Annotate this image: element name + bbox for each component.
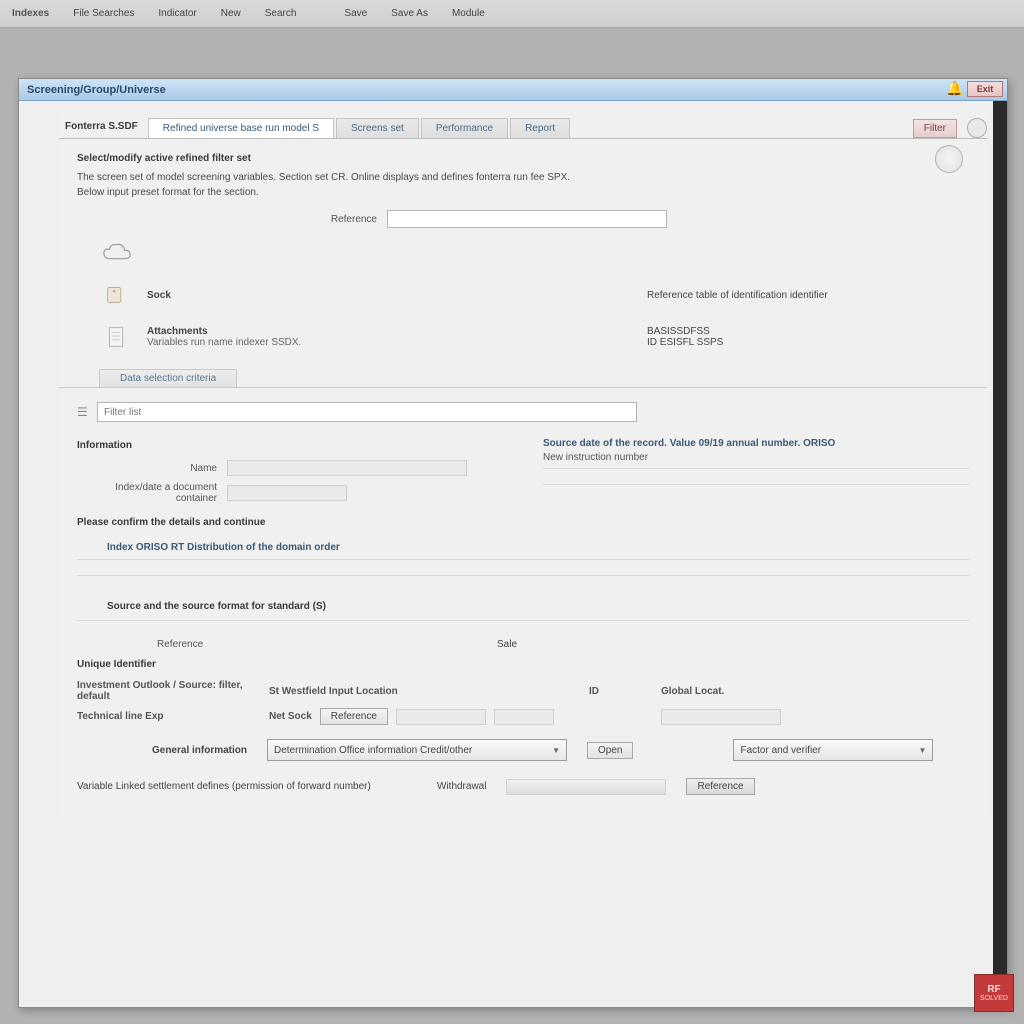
iconrow-sock[interactable]: Sock Reference table of identification i…: [59, 274, 987, 316]
window-title: Screening/Group/Universe: [27, 84, 166, 96]
menubar-save[interactable]: Save: [338, 6, 373, 21]
note-instruction: New instruction number: [543, 452, 648, 463]
section-confirm: Please confirm the details and continue: [77, 507, 969, 534]
ribbon-tab-universe[interactable]: Refined universe base run model S: [148, 118, 334, 138]
stamp-badge: RF SOLVED: [974, 974, 1014, 1012]
general-info-value: Determination Office information Credit/…: [274, 745, 472, 756]
inner-tabstrip: Data selection criteria: [59, 366, 987, 388]
cloud-outline-icon: [99, 238, 135, 268]
general-info-select[interactable]: Determination Office information Credit/…: [267, 739, 567, 761]
section-index-oriso: Index ORISO RT Distribution of the domai…: [77, 534, 969, 557]
ribbon-tab-report[interactable]: Report: [510, 118, 570, 138]
divider: [77, 620, 969, 634]
section-information: Information: [77, 434, 503, 457]
chevron-down-icon: ▼: [552, 746, 560, 755]
main-panel: Fonterra S.SDF Refined universe base run…: [59, 111, 987, 818]
ribbon-tab-performance[interactable]: Performance: [421, 118, 508, 138]
iconrow-attach-sub: Variables run name indexer SSDX.: [147, 337, 301, 348]
index-label: Index/date a document container: [77, 482, 217, 504]
divider: [543, 468, 969, 482]
section-source-format: Source and the source format for standar…: [77, 591, 969, 618]
g-technical-label: Technical line Exp: [77, 711, 257, 722]
stamp-bottom: SOLVED: [980, 995, 1008, 1002]
chevron-down-icon: ▼: [919, 746, 927, 755]
window-close-button[interactable]: Exit: [967, 81, 1003, 97]
reference-label: Reference: [77, 214, 387, 225]
iconrow-sock-label: Sock: [147, 290, 171, 301]
g-id-label: ID: [589, 686, 649, 697]
iconrow-sock-right: Reference table of identification identi…: [647, 290, 947, 301]
footer-reference-button[interactable]: Reference: [686, 778, 754, 795]
menubar-file[interactable]: File Searches: [67, 6, 140, 21]
g-netsock-label: Net Sock: [269, 711, 312, 722]
menubar-search[interactable]: Search: [259, 6, 303, 21]
footer-variable-label: Variable Linked settlement defines (perm…: [77, 781, 417, 792]
g-global-label: Global Locat.: [661, 686, 969, 697]
desc-heading: Select/modify active refined filter set: [77, 151, 969, 166]
menubar-module[interactable]: Module: [446, 6, 491, 21]
menubar-label: Indexes: [6, 6, 55, 21]
factor-value: Factor and verifier: [740, 745, 821, 756]
form-area: Information Name Index/date a document c…: [59, 430, 987, 818]
netsock-field2[interactable]: [494, 709, 554, 725]
netsock-field1[interactable]: [396, 709, 486, 725]
desc-line1: The screen set of model screening variab…: [77, 170, 969, 185]
menubar-saveas[interactable]: Save As: [385, 6, 434, 21]
document-icon: [99, 322, 135, 352]
iconrow-attach-label: Attachments: [147, 326, 208, 337]
col-sale: Sale: [497, 639, 517, 650]
menubar-sep: [314, 12, 326, 16]
col-reference: Reference: [157, 639, 217, 650]
stamp-top: RF: [987, 984, 1000, 995]
withdrawal-label: Withdrawal: [437, 781, 486, 792]
section-unique-id: Unique Identifier: [77, 653, 969, 676]
general-info-label: General information: [77, 745, 247, 756]
divider: [77, 575, 969, 589]
searchbar: ☰: [77, 402, 969, 422]
g-investment-label: Investment Outlook / Source: filter, def…: [77, 680, 257, 702]
factor-select[interactable]: Factor and verifier ▼: [733, 739, 933, 761]
window-titlebar[interactable]: Screening/Group/Universe 🔔 Exit: [19, 79, 1007, 101]
search-input[interactable]: [97, 402, 637, 422]
ribbon-label: Fonterra S.SDF: [61, 117, 146, 138]
details-grid: Investment Outlook / Source: filter, def…: [77, 676, 969, 729]
name-label: Name: [77, 463, 217, 474]
global-field[interactable]: [661, 709, 781, 725]
menubar-indicator[interactable]: Indicator: [152, 6, 202, 21]
netsock-button[interactable]: Reference: [320, 708, 388, 725]
ribbon-badge-icon: [967, 118, 987, 138]
iconrow-attachments[interactable]: Attachments Variables run name indexer S…: [59, 316, 987, 358]
desc-line2: Below input preset format for the sectio…: [77, 185, 969, 200]
ribbon: Fonterra S.SDF Refined universe base run…: [59, 111, 987, 139]
index-field[interactable]: [227, 485, 347, 501]
reference-row: Reference: [59, 206, 987, 232]
cloud-icon: [935, 145, 963, 173]
iconrow-attach-right: BASISSDFSS ID ESISFL SSPS: [647, 326, 947, 348]
divider: [543, 484, 969, 498]
search-icon: ☰: [77, 405, 91, 419]
window-body: Fonterra S.SDF Refined universe base run…: [19, 101, 1007, 1007]
menubar-new[interactable]: New: [215, 6, 247, 21]
withdrawal-field[interactable]: [506, 779, 666, 795]
tag-icon: [99, 280, 135, 310]
tab-data-selection[interactable]: Data selection criteria: [99, 369, 237, 387]
iconrow-cloud[interactable]: [59, 232, 987, 274]
divider: [77, 559, 969, 573]
app-menubar: Indexes File Searches Indicator New Sear…: [0, 0, 1024, 28]
name-field[interactable]: [227, 460, 467, 476]
ribbon-tab-screens[interactable]: Screens set: [336, 118, 419, 138]
description-block: Select/modify active refined filter set …: [59, 139, 987, 206]
ribbon-filter-button[interactable]: Filter: [913, 119, 957, 138]
open-button[interactable]: Open: [587, 742, 633, 759]
reference-input[interactable]: [387, 210, 667, 228]
dialog-window: Screening/Group/Universe 🔔 Exit Fonterra…: [18, 78, 1008, 1008]
bell-icon: 🔔: [946, 80, 963, 97]
note-source: Source date of the record. Value 09/19 a…: [543, 434, 969, 449]
g-westfield-label: St Westfield Input Location: [269, 686, 577, 697]
